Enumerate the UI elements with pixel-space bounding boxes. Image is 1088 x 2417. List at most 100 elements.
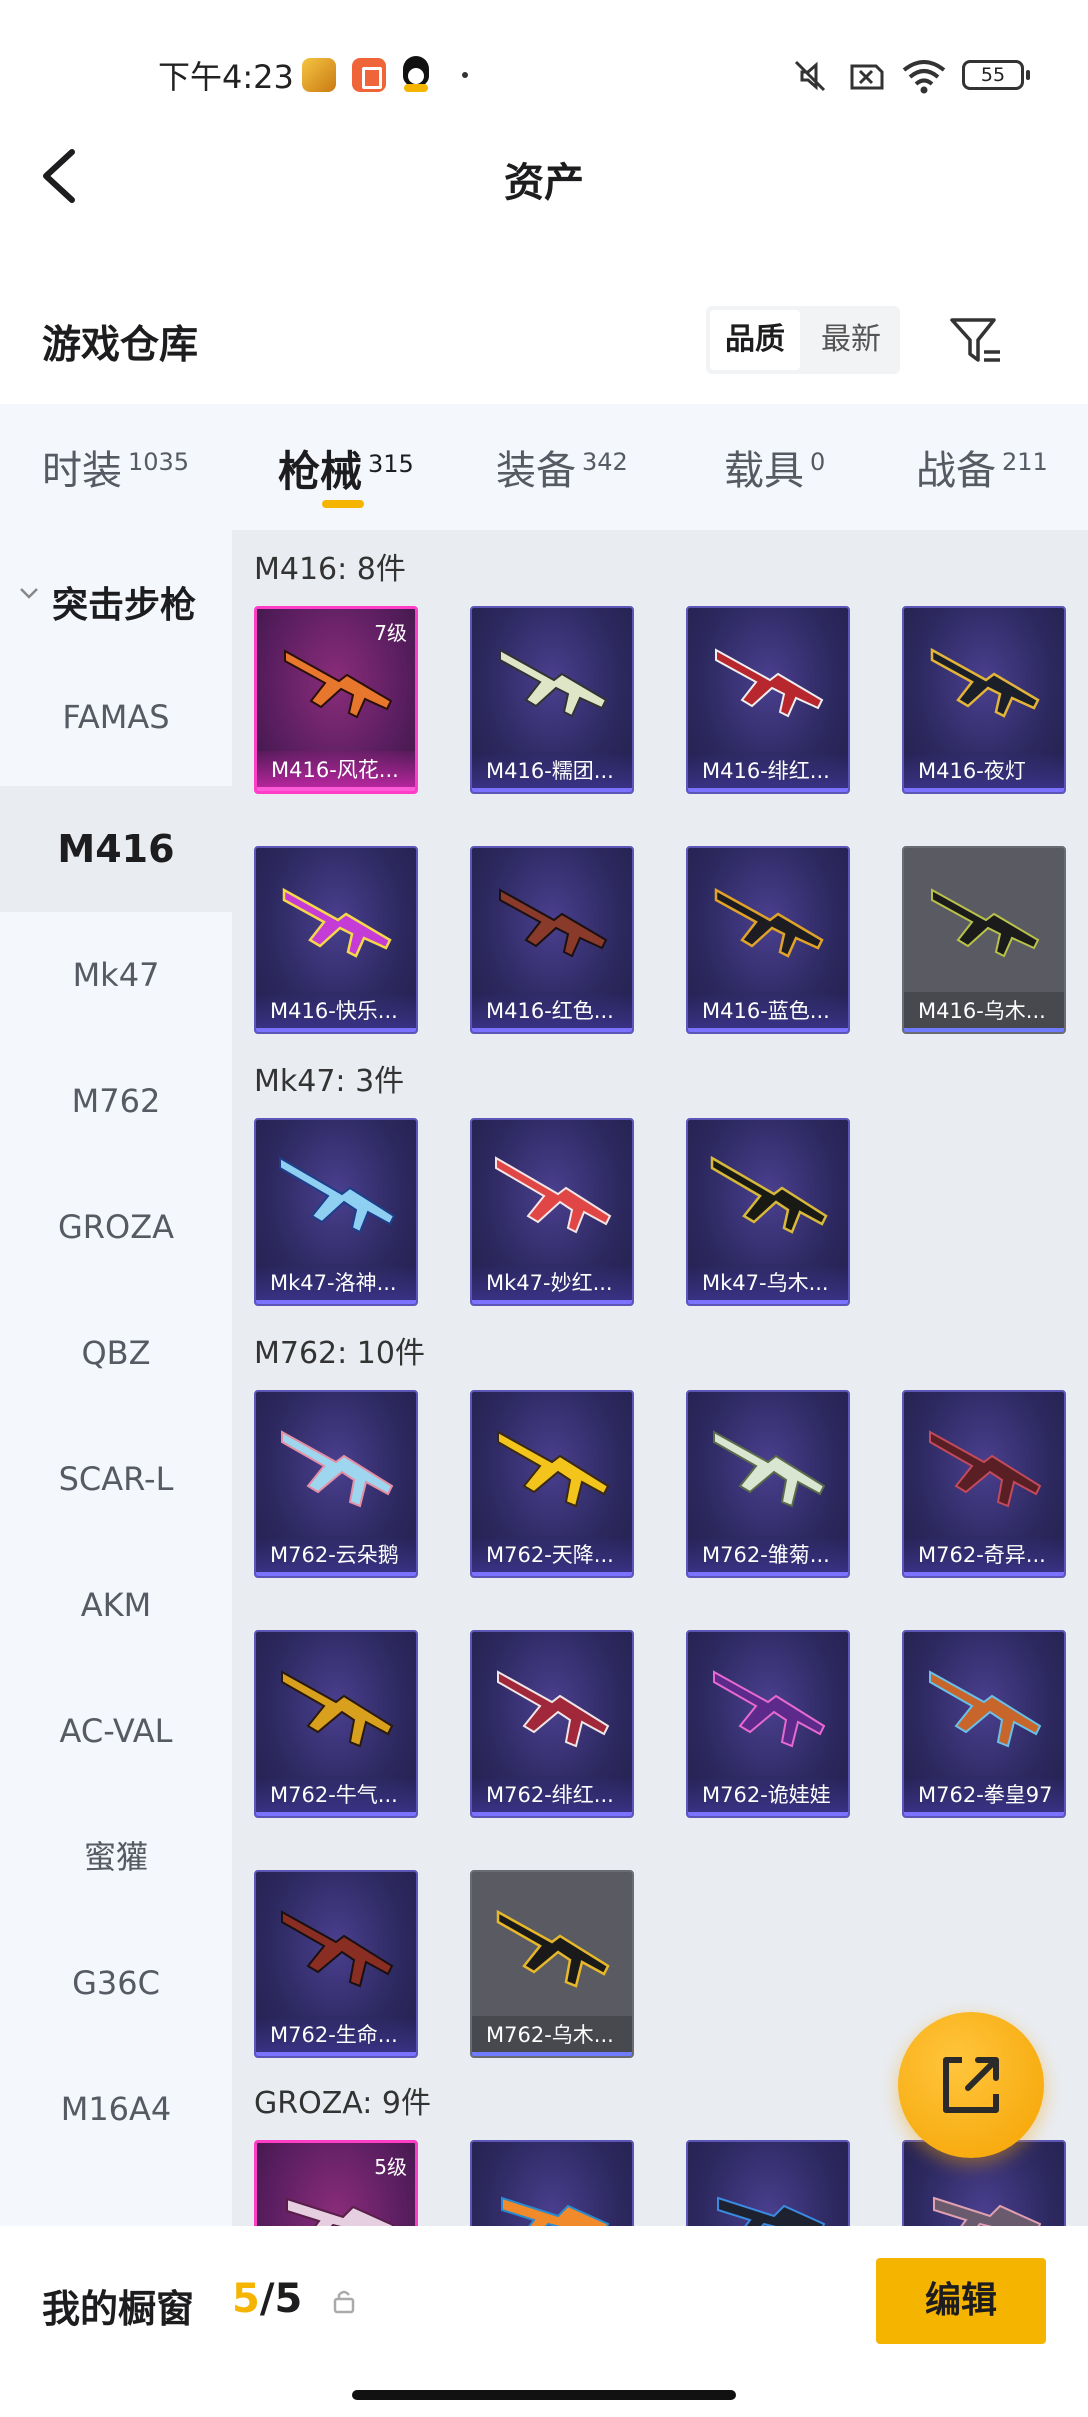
skin-name: M762-生命... [256, 2016, 416, 2056]
sidebar-item-groza[interactable]: GROZA [0, 1164, 232, 1290]
rifle-skin-image [497, 1670, 610, 1748]
battery-indicator: 55 [962, 60, 1030, 90]
rifle-skin-image [499, 888, 608, 958]
rifle-skin-image [499, 648, 608, 718]
skin-name: M762-天降... [472, 1536, 632, 1576]
skin-name: Mk47-洛神... [256, 1264, 416, 1304]
sidebar-item-akm[interactable]: AKM [0, 1542, 232, 1668]
skin-card[interactable]: M416-蓝色... [686, 846, 850, 1034]
skin-card[interactable]: M416-夜灯 [902, 606, 1066, 794]
showcase-count: 5/5 [232, 2276, 303, 2322]
skin-card[interactable]: M416-快乐... [254, 846, 418, 1034]
section-header-mk47: Mk47: 3件 [254, 1064, 405, 1099]
skin-card[interactable]: M762-拳皇97 [902, 1630, 1066, 1818]
showcase-label: 我的橱窗 [42, 2287, 195, 2331]
sidebar-item-honey-badger[interactable]: 蜜獾 [0, 1794, 232, 1920]
rifle-skin-image [497, 1430, 610, 1508]
rifle-skin-image [930, 647, 1040, 718]
rifle-skin-image [281, 1430, 394, 1508]
qq-icon [400, 56, 432, 92]
sidebar-item-m416[interactable]: M416 [0, 786, 232, 912]
wifi-icon [902, 60, 946, 94]
skin-card[interactable] [470, 2140, 634, 2226]
skin-card[interactable]: M762-天降... [470, 1390, 634, 1578]
skin-name: M762-云朵鹅 [256, 1536, 416, 1576]
skin-card[interactable]: Mk47-乌木... [686, 1118, 850, 1306]
sidebar-group-assault-rifles[interactable]: 突击步枪 [0, 568, 232, 628]
mute-icon [794, 60, 826, 92]
skin-name: M762-乌木... [472, 2016, 632, 2056]
rifle-skin-image [717, 2196, 826, 2226]
skin-name: M416-夜灯 [904, 752, 1064, 792]
sort-toggle: 品质 最新 [706, 306, 900, 374]
tab-vehicles[interactable]: 载具 0 [724, 438, 825, 496]
sidebar-item-qbz[interactable]: QBZ [0, 1290, 232, 1416]
skin-card[interactable]: Mk47-洛神... [254, 1118, 418, 1306]
rifle-skin-image [282, 887, 392, 958]
rifle-skin-image [496, 1909, 610, 1988]
skin-name: M416-乌木... [904, 992, 1064, 1032]
warehouse-title: 游戏仓库 [42, 323, 199, 368]
filter-button[interactable] [948, 314, 1004, 370]
skin-name: M416-快乐... [256, 992, 416, 1032]
rifle-skin-image [929, 1430, 1042, 1508]
sidebar-item-mk47[interactable]: Mk47 [0, 912, 232, 1038]
rifle-skin-image [933, 2196, 1042, 2226]
rifle-skin-image [495, 1156, 612, 1234]
skin-level-badge: 5级 [374, 2155, 407, 2179]
skin-card[interactable]: M762-雏菊... [686, 1390, 850, 1578]
skin-name: M762-诡娃娃 [688, 1776, 848, 1816]
skin-card[interactable]: M416-红色... [470, 846, 634, 1034]
sidebar-item-ac-val[interactable]: AC-VAL [0, 1668, 232, 1794]
skin-level-badge: 7级 [374, 621, 407, 645]
skin-card[interactable]: 7级 M416-风花... [254, 606, 418, 794]
rifle-skin-image [501, 2196, 610, 2226]
rifle-skin-image [281, 1670, 394, 1748]
lock-icon [333, 2290, 355, 2314]
skin-card[interactable]: M762-牛气... [254, 1630, 418, 1818]
skin-card[interactable]: M762-绯红... [470, 1630, 634, 1818]
sort-by-quality-button[interactable]: 品质 [710, 310, 800, 370]
sort-by-newest-button[interactable]: 最新 [806, 310, 896, 370]
weapon-skin-grid: M416: 8件 7级 M416-风花... M416-糯团... M416-绯… [232, 530, 1088, 2226]
skin-name: M762-雏菊... [688, 1536, 848, 1576]
status-time: 下午4:23 [158, 58, 294, 96]
tab-equipment[interactable]: 装备 342 [496, 438, 628, 496]
tab-firearms[interactable]: 枪械 315 [278, 438, 414, 499]
skin-name: M416-绯红... [688, 752, 848, 792]
share-out-icon [943, 2057, 999, 2113]
rifle-skin-image [281, 1910, 394, 1988]
skin-card[interactable]: 5级 [254, 2140, 418, 2226]
tab-fashion[interactable]: 时装 1035 [42, 438, 189, 496]
sidebar-item-scar-l[interactable]: SCAR-L [0, 1416, 232, 1542]
rifle-skin-image [279, 1156, 396, 1234]
tab-supplies[interactable]: 战备 211 [916, 438, 1048, 496]
skin-card[interactable]: M762-奇异... [902, 1390, 1066, 1578]
share-button[interactable] [898, 2012, 1044, 2158]
edit-button[interactable]: 编辑 [876, 2258, 1046, 2344]
home-indicator[interactable] [352, 2390, 736, 2400]
sidebar-item-g36c[interactable]: G36C [0, 1920, 232, 2046]
skin-card[interactable]: M762-云朵鹅 [254, 1390, 418, 1578]
skin-name: M416-蓝色... [688, 992, 848, 1032]
skin-card[interactable]: M416-乌木... [902, 846, 1066, 1034]
skin-name: M762-绯红... [472, 1776, 632, 1816]
skin-name: M416-红色... [472, 992, 632, 1032]
sidebar-item-m762[interactable]: M762 [0, 1038, 232, 1164]
skin-card[interactable]: M416-糯团... [470, 606, 634, 794]
skin-card[interactable]: M762-生命... [254, 1870, 418, 2058]
weapon-type-sidebar: 突击步枪 FAMAS M416 Mk47 M762 GROZA QBZ SCAR… [0, 530, 232, 2226]
rifle-skin-image [931, 888, 1040, 958]
skin-name: M762-拳皇97 [904, 1776, 1064, 1816]
rifle-skin-image [713, 1430, 826, 1508]
skin-name: M416-糯团... [472, 752, 632, 792]
status-bar: 下午4:23 55 [0, 0, 1088, 150]
skin-card[interactable] [686, 2140, 850, 2226]
sidebar-item-m16a4[interactable]: M16A4 [0, 2046, 232, 2172]
skin-card[interactable]: Mk47-妙红... [470, 1118, 634, 1306]
skin-card[interactable]: M762-乌木... [470, 1870, 634, 2058]
skin-card[interactable]: M416-绯红... [686, 606, 850, 794]
active-tab-indicator [322, 500, 364, 508]
sidebar-item-famas[interactable]: FAMAS [0, 654, 232, 780]
skin-card[interactable]: M762-诡娃娃 [686, 1630, 850, 1818]
